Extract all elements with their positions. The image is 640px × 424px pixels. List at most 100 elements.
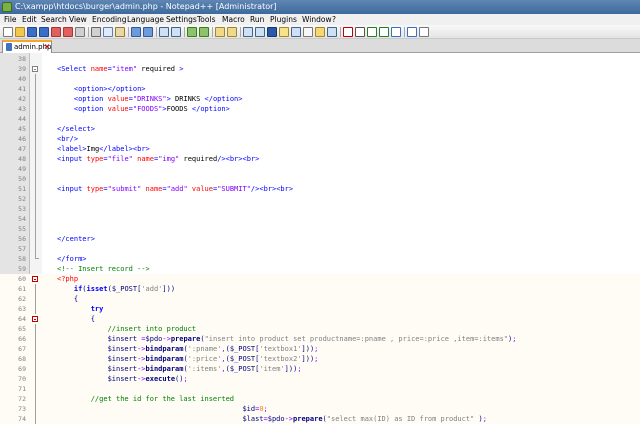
close-all-icon[interactable] (63, 27, 73, 37)
code-editor[interactable]: 38 39 <Select name="item" required >40 41 <… (0, 53, 640, 424)
zoom-in-icon[interactable] (187, 27, 197, 37)
code-line[interactable]: 53 (0, 204, 640, 214)
code-line[interactable]: 72 //get the id for the last inserted (0, 394, 640, 404)
indent-guide-icon[interactable] (267, 27, 277, 37)
doc-map-icon[interactable] (291, 27, 301, 37)
code-line[interactable]: 46 <br/> (0, 134, 640, 144)
code-line[interactable]: 44 (0, 114, 640, 124)
code-line[interactable]: 65 //insert into product (0, 324, 640, 334)
menu-edit[interactable]: Edit (22, 14, 37, 25)
code-line[interactable]: 58 </form> (0, 254, 640, 264)
code-line[interactable]: 47 <label>Img</label><br> (0, 144, 640, 154)
func-list-icon[interactable] (303, 27, 313, 37)
paste-icon[interactable] (115, 27, 125, 37)
lang-icon[interactable] (279, 27, 289, 37)
close-icon[interactable]: × (43, 42, 51, 51)
code-line[interactable]: 52 (0, 194, 640, 204)
code-line[interactable]: 68 $insert->bindparam(':price',($_POST['… (0, 354, 640, 364)
code-line[interactable]: 39 <Select name="item" required > (0, 64, 640, 74)
code-line[interactable]: 43 <option value="FOODS">FOODS </option> (0, 104, 640, 114)
menu-help[interactable]: ? (332, 14, 336, 25)
fold-toggle-icon[interactable] (32, 276, 38, 282)
menu-encoding[interactable]: Encoding (92, 14, 127, 25)
title-bar[interactable]: C:\xampp\htdocs\burger\admin.php - Notep… (0, 0, 640, 14)
replace-icon[interactable] (171, 27, 181, 37)
code-token: -> (137, 375, 146, 383)
fold-toggle-icon[interactable] (32, 66, 38, 72)
print-icon[interactable] (75, 27, 85, 37)
macro-save-icon[interactable] (391, 27, 401, 37)
spell-check-icon[interactable] (407, 27, 417, 37)
menu-file[interactable]: File (4, 14, 17, 25)
code-line[interactable]: 67 $insert->bindparam(':pname',($_POST['… (0, 344, 640, 354)
monitor-icon[interactable] (327, 27, 337, 37)
all-chars-icon[interactable] (255, 27, 265, 37)
code-line[interactable]: 48 <input type="file" name="img" required… (0, 154, 640, 164)
code-line[interactable]: 57 (0, 244, 640, 254)
menu-settings[interactable]: Settings (166, 14, 197, 25)
copy-icon[interactable] (103, 27, 113, 37)
code-line[interactable]: 59 <!-- Insert record --> (0, 264, 640, 274)
save-icon[interactable] (27, 27, 37, 37)
code-line[interactable]: 51 <input type="submit" name="add" value=… (0, 184, 640, 194)
code-text: //get the id for the last inserted (57, 394, 235, 404)
code-line[interactable]: 66 $insert =$pdo->prepare("insert into p… (0, 334, 640, 344)
code-line[interactable]: 41 <option></option> (0, 84, 640, 94)
code-line[interactable]: 45 </select> (0, 124, 640, 134)
code-line[interactable]: 40 (0, 74, 640, 84)
code-line[interactable]: 64 { (0, 314, 640, 324)
code-token: ; (314, 355, 319, 363)
code-line[interactable]: 50 (0, 174, 640, 184)
sync-h-icon[interactable] (227, 27, 237, 37)
sync-v-icon[interactable] (215, 27, 225, 37)
code-line[interactable]: 56 </center> (0, 234, 640, 244)
macro-play-multi-icon[interactable] (379, 27, 389, 37)
fold-line (35, 114, 36, 124)
new-file-icon[interactable] (3, 27, 13, 37)
code-token: </label><br> (99, 145, 150, 153)
menu-window[interactable]: Window (302, 14, 332, 25)
close-file-icon[interactable] (51, 27, 61, 37)
toolbar-separator (340, 27, 341, 37)
code-token: "add" (166, 185, 188, 193)
menu-run[interactable]: Run (250, 14, 264, 25)
redo-icon[interactable] (143, 27, 153, 37)
code-line[interactable]: 71 (0, 384, 640, 394)
macro-stop-icon[interactable] (355, 27, 365, 37)
word-wrap-icon[interactable] (243, 27, 253, 37)
code-line[interactable]: 69 $insert->bindparam(':items',($_POST['… (0, 364, 640, 374)
undo-icon[interactable] (131, 27, 141, 37)
code-line[interactable]: 38 (0, 54, 640, 64)
code-line[interactable]: 74 $last=$pdo->prepare("select max(ID) a… (0, 414, 640, 424)
cut-icon[interactable] (91, 27, 101, 37)
fold-toggle-icon[interactable] (32, 316, 38, 322)
code-line[interactable]: 63 try (0, 304, 640, 314)
code-line[interactable]: 60 <?php (0, 274, 640, 284)
macro-record-icon[interactable] (343, 27, 353, 37)
code-line[interactable]: 62 { (0, 294, 640, 304)
menu-search[interactable]: Search (41, 14, 67, 25)
find-icon[interactable] (159, 27, 169, 37)
zoom-out-icon[interactable] (199, 27, 209, 37)
tab-admin-php[interactable]: admin.php × (2, 40, 52, 53)
code-line[interactable]: 42 <option value="DRINKS"> DRINKS </opti… (0, 94, 640, 104)
misc-icon[interactable] (419, 27, 429, 37)
menu-language[interactable]: Language (127, 14, 164, 25)
menu-macro[interactable]: Macro (222, 14, 245, 25)
code-token: required (179, 155, 218, 163)
code-line[interactable]: 54 (0, 214, 640, 224)
code-line[interactable]: 55 (0, 224, 640, 234)
folder-workspace-icon[interactable] (315, 27, 325, 37)
line-number: 40 (18, 75, 26, 83)
menu-plugins[interactable]: Plugins (270, 14, 297, 25)
menu-tools[interactable]: Tools (197, 14, 215, 25)
menu-view[interactable]: View (69, 14, 87, 25)
code-line[interactable]: 73 $id=0; (0, 404, 640, 414)
code-line[interactable]: 49 (0, 164, 640, 174)
open-file-icon[interactable] (15, 27, 25, 37)
code-line[interactable]: 70 $insert->execute(); (0, 374, 640, 384)
macro-play-icon[interactable] (367, 27, 377, 37)
save-all-icon[interactable] (39, 27, 49, 37)
fold-line (35, 84, 36, 94)
code-line[interactable]: 61 if(isset($_POST['add'])) (0, 284, 640, 294)
